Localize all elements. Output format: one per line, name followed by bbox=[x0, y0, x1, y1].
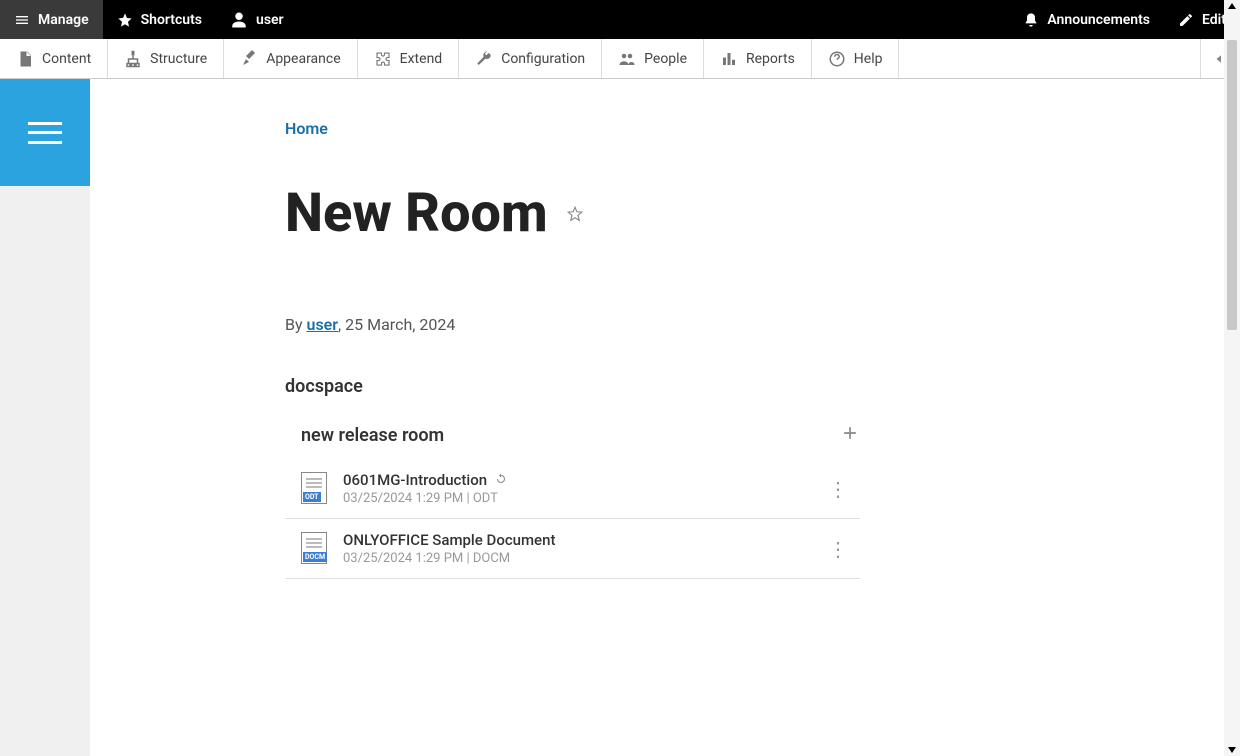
tab-appearance[interactable]: Appearance bbox=[224, 39, 357, 78]
byline-date: , 25 March, 2024 bbox=[338, 315, 455, 334]
tab-extend-label: Extend bbox=[400, 51, 443, 67]
file-row[interactable]: DOCM ONLYOFFICE Sample Document 03/25/20… bbox=[285, 519, 860, 579]
tab-help[interactable]: Help bbox=[812, 39, 900, 78]
wrench-icon bbox=[475, 50, 493, 68]
tab-people[interactable]: People bbox=[602, 39, 704, 78]
sidebar-toggle[interactable] bbox=[0, 79, 90, 186]
tab-content-label: Content bbox=[42, 51, 91, 67]
add-file-button[interactable] bbox=[840, 423, 860, 447]
topbar: Manage Shortcuts user Announcements Edit bbox=[0, 0, 1240, 39]
tab-reports[interactable]: Reports bbox=[704, 39, 812, 78]
tab-structure-label: Structure bbox=[150, 51, 207, 67]
adminbar: Content Structure Appearance Extend Conf… bbox=[0, 39, 1240, 79]
barchart-icon bbox=[720, 50, 738, 68]
sync-icon bbox=[495, 471, 507, 489]
scroll-down-icon bbox=[1228, 747, 1236, 753]
star-outline-icon bbox=[566, 205, 584, 223]
file-type-icon: DOCM bbox=[301, 532, 329, 566]
help-icon bbox=[828, 50, 846, 68]
file-type-icon: ODT bbox=[301, 472, 329, 506]
file-name-text: ONLYOFFICE Sample Document bbox=[343, 531, 555, 549]
breadcrumb-home[interactable]: Home bbox=[285, 119, 328, 138]
hamburger-icon bbox=[14, 12, 30, 28]
tab-help-label: Help bbox=[854, 51, 883, 67]
tab-people-label: People bbox=[644, 51, 687, 67]
main-content: Home New Room By user, 25 March, 2024 do… bbox=[90, 79, 1224, 756]
manage-menu[interactable]: Manage bbox=[0, 0, 103, 39]
tab-configuration-label: Configuration bbox=[501, 51, 585, 67]
user-menu[interactable]: user bbox=[216, 0, 298, 39]
file-more-button[interactable]: ⋮ bbox=[820, 539, 856, 559]
shortcuts-menu[interactable]: Shortcuts bbox=[103, 0, 216, 39]
user-icon bbox=[230, 11, 248, 29]
file-meta: 03/25/2024 1:29 PM | ODT bbox=[343, 491, 820, 506]
docspace-room-panel: new release room ODT 0601MG-Introduction… bbox=[285, 419, 860, 579]
tab-content[interactable]: Content bbox=[0, 39, 108, 78]
hamburger-icon bbox=[28, 122, 62, 144]
scrollbar[interactable] bbox=[1224, 0, 1240, 756]
file-more-button[interactable]: ⋮ bbox=[820, 479, 856, 499]
page-title: New Room bbox=[285, 182, 548, 245]
scroll-up-icon bbox=[1228, 3, 1236, 9]
edit-label: Edit bbox=[1202, 12, 1226, 28]
byline-author[interactable]: user bbox=[307, 315, 339, 334]
file-name: ONLYOFFICE Sample Document bbox=[343, 531, 820, 549]
file-badge: DOCM bbox=[303, 552, 327, 562]
favorite-toggle[interactable] bbox=[566, 205, 584, 227]
room-header: new release room bbox=[285, 419, 860, 459]
puzzle-icon bbox=[374, 50, 392, 68]
people-icon bbox=[618, 50, 636, 68]
file-name-text: 0601MG-Introduction bbox=[343, 471, 487, 489]
file-badge: ODT bbox=[303, 492, 321, 502]
tab-extend[interactable]: Extend bbox=[358, 39, 460, 78]
file-name: 0601MG-Introduction bbox=[343, 471, 820, 489]
plus-icon bbox=[840, 423, 860, 443]
bell-icon bbox=[1023, 12, 1039, 28]
tab-structure[interactable]: Structure bbox=[108, 39, 224, 78]
room-title: new release room bbox=[301, 425, 840, 446]
byline-by: By bbox=[285, 315, 307, 334]
announcements-menu[interactable]: Announcements bbox=[1009, 0, 1164, 39]
scroll-thumb[interactable] bbox=[1227, 40, 1237, 330]
byline: By user, 25 March, 2024 bbox=[285, 315, 1224, 334]
breadcrumb: Home bbox=[285, 119, 1224, 138]
shortcuts-label: Shortcuts bbox=[141, 12, 202, 28]
manage-label: Manage bbox=[38, 12, 89, 28]
star-icon bbox=[117, 12, 133, 28]
section-label: docspace bbox=[285, 376, 1224, 397]
announcements-label: Announcements bbox=[1047, 12, 1150, 28]
paintbrush-icon bbox=[240, 50, 258, 68]
tab-configuration[interactable]: Configuration bbox=[459, 39, 602, 78]
tab-appearance-label: Appearance bbox=[266, 51, 340, 67]
pencil-icon bbox=[1178, 12, 1194, 28]
file-row[interactable]: ODT 0601MG-Introduction 03/25/2024 1:29 … bbox=[285, 459, 860, 519]
sitemap-icon bbox=[124, 50, 142, 68]
file-icon bbox=[16, 50, 34, 68]
tab-reports-label: Reports bbox=[746, 51, 795, 67]
user-label: user bbox=[256, 12, 284, 28]
file-meta: 03/25/2024 1:29 PM | DOCM bbox=[343, 551, 820, 566]
